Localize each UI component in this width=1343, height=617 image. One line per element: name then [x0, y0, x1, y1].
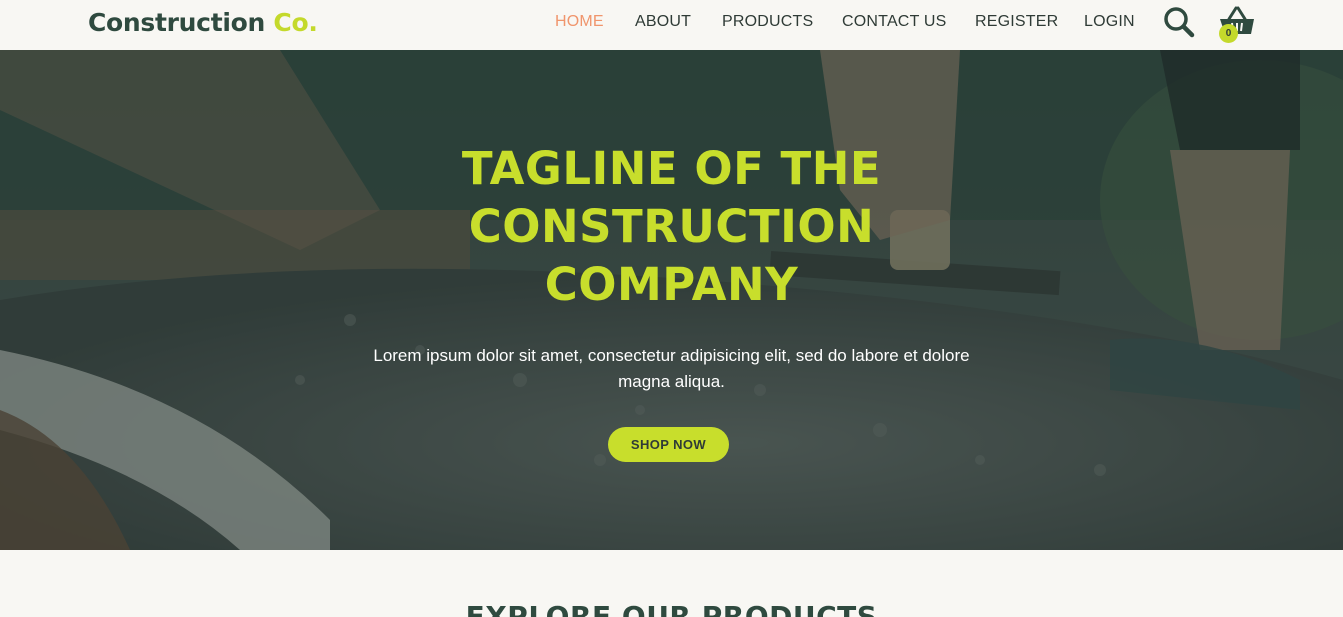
- hero-subtitle: Lorem ipsum dolor sit amet, consectetur …: [373, 346, 970, 391]
- nav-item-home[interactable]: HOME: [555, 13, 604, 31]
- search-icon: [1164, 7, 1195, 38]
- cart-count-badge: 0: [1219, 24, 1238, 43]
- hero-banner: TAGLINE OF THE CONSTRUCTION COMPANY Lore…: [0, 50, 1343, 550]
- products-section-title: EXPLORE OUR PRODUCTS: [465, 600, 878, 617]
- nav-item-products[interactable]: PRODUCTS: [722, 13, 813, 31]
- nav-item-register[interactable]: REGISTER: [975, 13, 1058, 31]
- nav-item-about[interactable]: ABOUT: [635, 13, 691, 31]
- site-header: Construction Co. HOME ABOUT PRODUCTS CON…: [0, 0, 1343, 50]
- products-section: EXPLORE OUR PRODUCTS: [0, 550, 1343, 617]
- nav-item-login[interactable]: LOGIN: [1084, 13, 1135, 31]
- nav-item-contact-us[interactable]: CONTACT US: [842, 13, 947, 31]
- main-nav: HOME ABOUT PRODUCTS CONTACT US REGISTER …: [0, 13, 1343, 33]
- search-button[interactable]: [1162, 5, 1196, 39]
- shop-now-button[interactable]: SHOP NOW: [608, 427, 729, 462]
- hero-title: TAGLINE OF THE CONSTRUCTION COMPANY: [461, 142, 882, 311]
